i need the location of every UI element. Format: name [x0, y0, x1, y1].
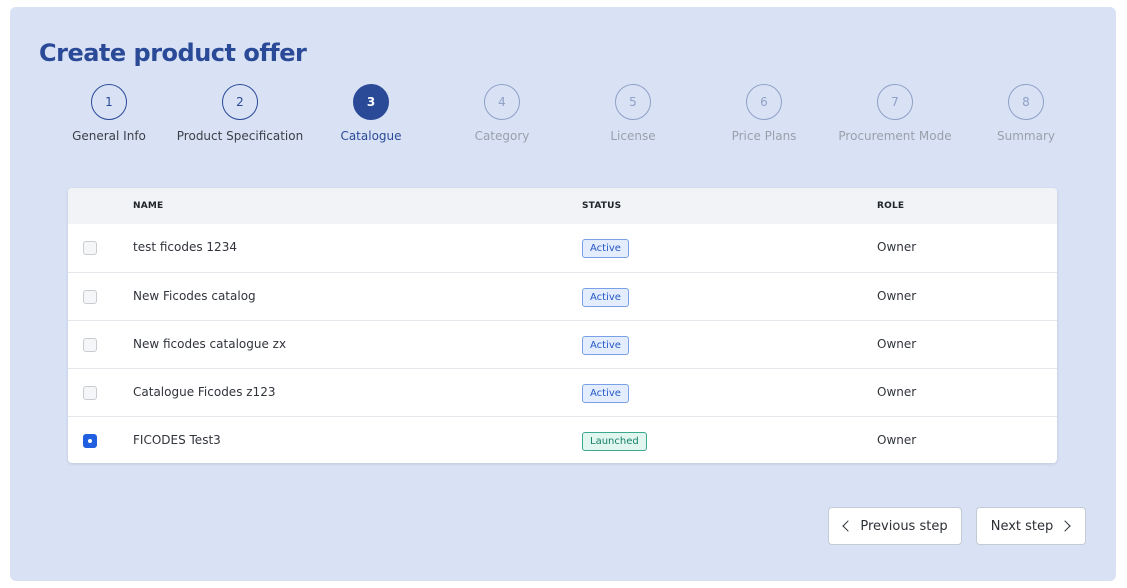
catalogue-name: New Ficodes catalog: [133, 289, 256, 303]
header-status[interactable]: STATUS: [582, 188, 621, 224]
previous-step-button[interactable]: Previous step: [828, 507, 962, 545]
step-label: Price Plans: [731, 129, 797, 143]
role-value: Owner: [877, 337, 917, 351]
step-category: 4 Category: [432, 84, 572, 143]
status-badge: Active: [582, 239, 629, 258]
table-row[interactable]: Catalogue Ficodes z123 Active Owner: [68, 368, 1057, 416]
step-label: Product Specification: [176, 129, 304, 143]
step-number: 7: [877, 84, 913, 120]
catalogue-name: Catalogue Ficodes z123: [133, 385, 276, 399]
step-catalogue[interactable]: 3 Catalogue: [301, 84, 441, 143]
status-badge: Active: [582, 384, 629, 403]
catalogue-name: test ficodes 1234: [133, 240, 237, 254]
step-product-specification[interactable]: 2 Product Specification: [170, 84, 310, 143]
stepper: 1 General Info 2 Product Specification 3…: [39, 84, 1105, 154]
header-name[interactable]: NAME: [133, 188, 163, 224]
row-select-checkbox[interactable]: [83, 241, 97, 255]
step-number: 8: [1008, 84, 1044, 120]
step-summary: 8 Summary: [956, 84, 1096, 143]
step-license: 5 License: [563, 84, 703, 143]
catalogue-table: NAME STATUS ROLE test ficodes 1234 Activ…: [68, 188, 1057, 463]
step-label: Catalogue: [340, 129, 402, 143]
row-select-checkbox[interactable]: [83, 290, 97, 304]
table-row[interactable]: FICODES Test3 Launched Owner: [68, 416, 1057, 463]
step-number: 3: [353, 84, 389, 120]
step-label: License: [610, 129, 656, 143]
table-row[interactable]: New ficodes catalogue zx Active Owner: [68, 320, 1057, 368]
step-procurement-mode: 7 Procurement Mode: [825, 84, 965, 143]
row-select-checkbox[interactable]: [83, 338, 97, 352]
row-select-checkbox[interactable]: [83, 386, 97, 400]
step-label: Category: [474, 129, 530, 143]
catalogue-name: FICODES Test3: [133, 433, 221, 447]
table-row[interactable]: New Ficodes catalog Active Owner: [68, 272, 1057, 320]
chevron-left-icon: [842, 520, 855, 532]
page-title: Create product offer: [39, 39, 307, 67]
wizard-panel: Create product offer 1 General Info 2 Pr…: [10, 7, 1116, 581]
next-step-button[interactable]: Next step: [976, 507, 1086, 545]
role-value: Owner: [877, 289, 917, 303]
previous-step-label: Previous step: [860, 518, 948, 534]
status-badge: Active: [582, 336, 629, 355]
step-label: Procurement Mode: [838, 129, 952, 143]
next-step-label: Next step: [990, 518, 1054, 534]
role-value: Owner: [877, 240, 917, 254]
step-number: 1: [91, 84, 127, 120]
step-number: 2: [222, 84, 258, 120]
catalogue-name: New ficodes catalogue zx: [133, 337, 287, 351]
step-price-plans: 6 Price Plans: [694, 84, 834, 143]
status-badge: Launched: [582, 432, 647, 451]
row-select-checkbox[interactable]: [83, 434, 97, 448]
step-number: 5: [615, 84, 651, 120]
role-value: Owner: [877, 385, 917, 399]
status-badge: Active: [582, 288, 629, 307]
step-number: 4: [484, 84, 520, 120]
step-general-info[interactable]: 1 General Info: [39, 84, 179, 143]
table-header: NAME STATUS ROLE: [68, 188, 1057, 224]
step-label: Summary: [997, 129, 1055, 143]
table-row[interactable]: test ficodes 1234 Active Owner: [68, 224, 1057, 272]
header-role[interactable]: ROLE: [877, 188, 904, 224]
step-number: 6: [746, 84, 782, 120]
step-label: General Info: [72, 129, 146, 143]
chevron-right-icon: [1059, 520, 1071, 532]
role-value: Owner: [877, 433, 917, 447]
